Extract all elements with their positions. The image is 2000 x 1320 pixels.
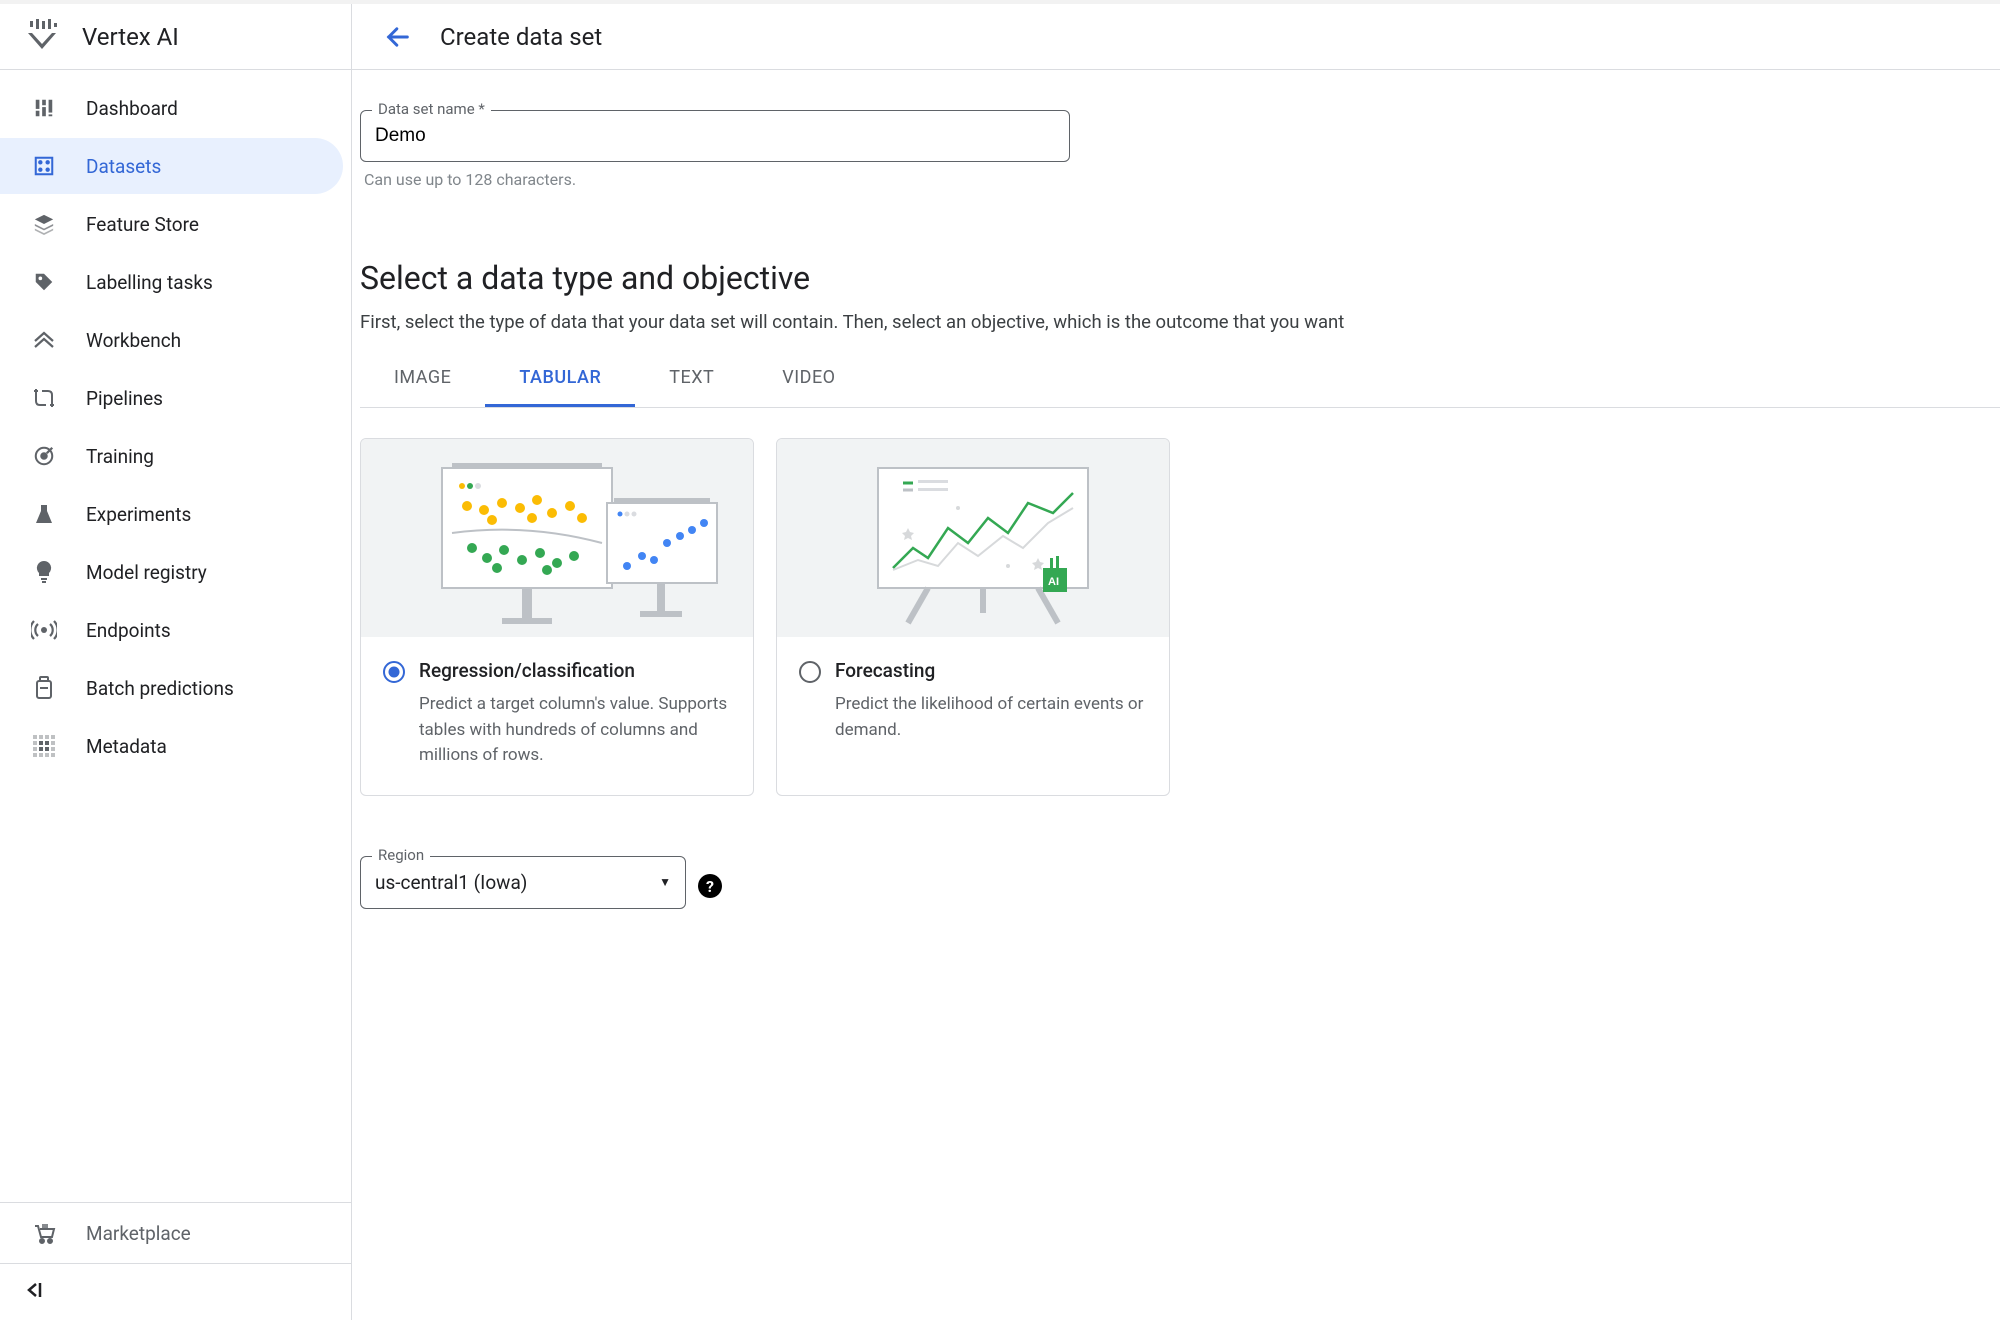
datasets-icon [30,152,58,180]
layers-icon [30,210,58,238]
objective-description: Predict the likelihood of certain events… [835,692,1147,743]
training-icon [30,442,58,470]
main-body: Data set name * Can use up to 128 charac… [352,70,2000,1320]
sidebar-item-model-registry[interactable]: Model registry [0,544,343,600]
objective-title: Forecasting [835,659,1147,682]
sidebar-item-experiments[interactable]: Experiments [0,486,343,542]
forecasting-illustration: AI [777,439,1169,637]
sidebar-item-label: Batch predictions [86,677,234,700]
sidebar-item-label: Marketplace [86,1222,191,1245]
sidebar-item-label: Labelling tasks [86,271,213,294]
dataset-name-field: Data set name * [360,110,1070,162]
sidebar-item-batch-predictions[interactable]: Batch predictions [0,660,343,716]
sidebar-item-dashboard[interactable]: Dashboard [0,80,343,136]
page-title: Create data set [440,23,602,51]
sidebar-item-endpoints[interactable]: Endpoints [0,602,343,658]
chevron-down-icon: ▼ [659,875,671,889]
sidebar-item-marketplace[interactable]: Marketplace [0,1205,351,1261]
sidebar-item-feature-store[interactable]: Feature Store [0,196,343,252]
sidebar: Vertex AI Dashboard Datasets Feature Sto… [0,4,352,1320]
sidebar-bottom: Marketplace [0,1202,351,1263]
flask-icon [30,500,58,528]
radio-forecasting[interactable] [799,661,821,683]
objective-title: Regression/classification [419,659,731,682]
tab-tabular[interactable]: TABULAR [485,351,635,407]
back-button[interactable] [380,19,416,55]
sidebar-title: Vertex AI [82,23,179,51]
objective-cards: Regression/classification Predict a targ… [360,438,2000,796]
sidebar-header: Vertex AI [0,4,351,70]
sidebar-collapse-row [0,1263,351,1320]
region-field: Region us-central1 (Iowa) ▼ [360,856,686,909]
dataset-name-label: Data set name * [372,100,491,118]
region-help-icon[interactable]: ? [698,874,722,898]
metadata-icon [30,732,58,760]
sidebar-item-label: Training [86,445,154,468]
dataset-name-helper: Can use up to 128 characters. [364,170,1996,189]
objective-card-regression-classification[interactable]: Regression/classification Predict a targ… [360,438,754,796]
data-type-tabs: IMAGE TABULAR TEXT VIDEO [360,351,2000,408]
collapse-sidebar-button[interactable] [24,1280,44,1304]
region-row: Region us-central1 (Iowa) ▼ ? [360,856,2000,917]
sidebar-item-label: Experiments [86,503,191,526]
tab-image[interactable]: IMAGE [360,351,485,407]
bulb-icon [30,558,58,586]
sidebar-item-label: Feature Store [86,213,199,236]
sidebar-item-metadata[interactable]: Metadata [0,718,343,774]
main: Create data set Data set name * Can use … [352,4,2000,1320]
sidebar-item-label: Endpoints [86,619,171,642]
sidebar-item-label: Datasets [86,155,161,178]
region-label: Region [372,846,430,864]
svg-text:AI: AI [1048,576,1059,588]
sidebar-item-workbench[interactable]: Workbench [0,312,343,368]
sidebar-item-label: Model registry [86,561,207,584]
sidebar-item-training[interactable]: Training [0,428,343,484]
sidebar-nav: Dashboard Datasets Feature Store Labelli… [0,70,351,1202]
dashboard-icon [30,94,58,122]
sidebar-item-label: Metadata [86,735,167,758]
tag-icon [30,268,58,296]
pipelines-icon [30,384,58,412]
marketplace-icon [30,1219,58,1247]
sidebar-item-label: Pipelines [86,387,163,410]
main-header: Create data set [352,4,2000,70]
tab-text[interactable]: TEXT [635,351,748,407]
workbench-icon [30,326,58,354]
section-title: Select a data type and objective [360,259,2000,297]
tab-video[interactable]: VIDEO [748,351,869,407]
sidebar-item-datasets[interactable]: Datasets [0,138,343,194]
section-description: First, select the type of data that your… [360,311,2000,333]
sidebar-item-labelling-tasks[interactable]: Labelling tasks [0,254,343,310]
vertex-ai-logo-icon [24,19,60,55]
sidebar-item-label: Workbench [86,329,181,352]
radio-regression-classification[interactable] [383,661,405,683]
sidebar-item-label: Dashboard [86,97,178,120]
broadcast-icon [30,616,58,644]
regression-illustration [361,439,753,637]
objective-card-forecasting[interactable]: AI Forecasting Predict the likelihood of… [776,438,1170,796]
region-value: us-central1 (Iowa) [375,871,527,894]
batch-icon [30,674,58,702]
sidebar-item-pipelines[interactable]: Pipelines [0,370,343,426]
objective-description: Predict a target column's value. Support… [419,692,731,769]
